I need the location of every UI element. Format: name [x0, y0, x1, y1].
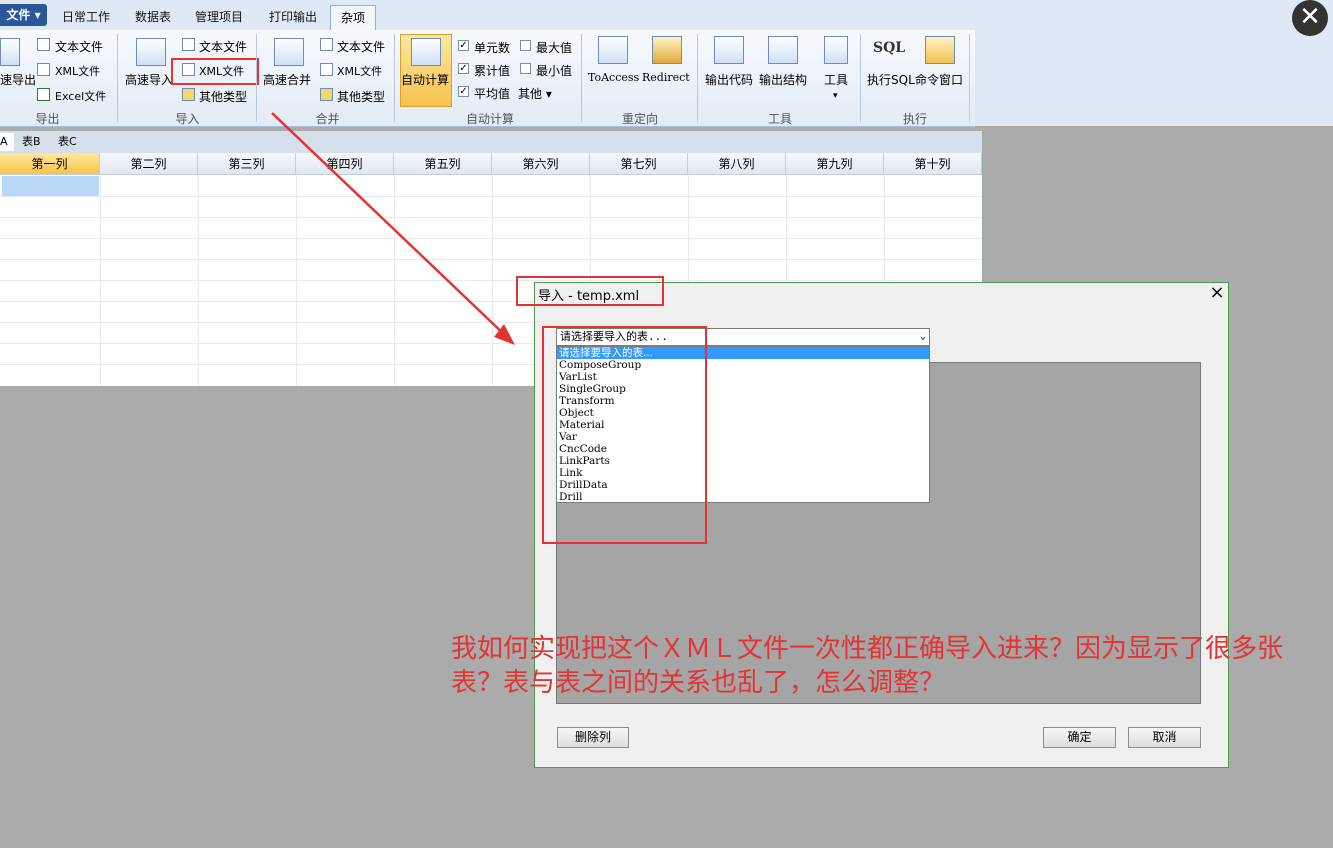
annotation-question: 我如何实现把这个ＸＭＬ文件一次性都正确导入进来？因为显示了很多张表？表与表之间的…: [451, 634, 1284, 698]
delete-column-button[interactable]: 删除列: [557, 727, 629, 748]
dialog-close-button[interactable]: ×: [1208, 283, 1226, 303]
cancel-button[interactable]: 取消: [1128, 727, 1201, 748]
ok-button[interactable]: 确定: [1043, 727, 1116, 748]
chevron-down-icon: ⌄: [919, 331, 926, 342]
highlight-dialog-title: [516, 276, 664, 306]
close-icon[interactable]: ✕: [1292, 0, 1328, 36]
highlight-table-list: [542, 326, 707, 544]
